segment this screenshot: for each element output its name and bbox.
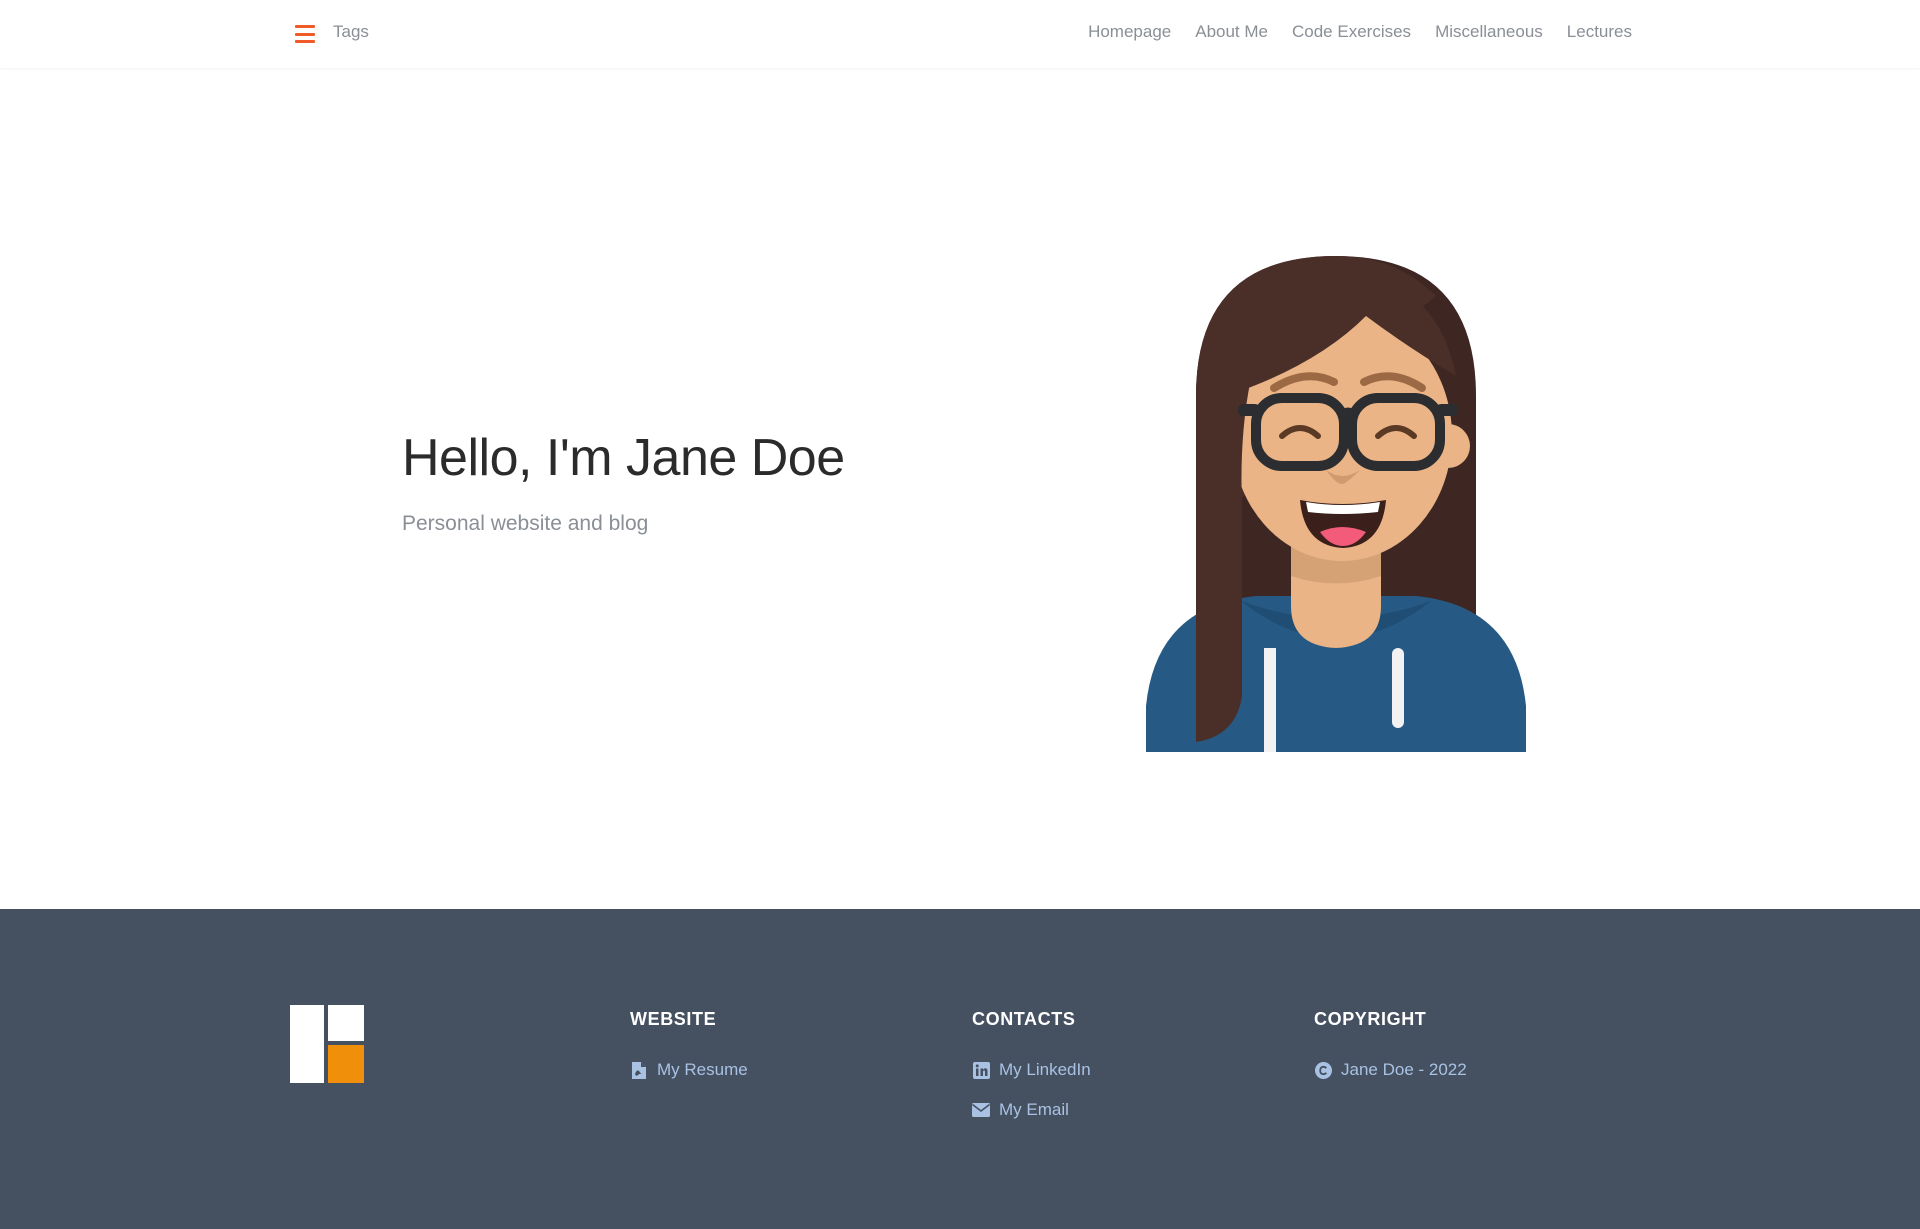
footer-website-column: WEBSITE My Resume	[630, 1009, 748, 1098]
my-email-label: My Email	[999, 1100, 1069, 1119]
footer-copyright-heading: COPYRIGHT	[1314, 1009, 1427, 1029]
my-resume-label: My Resume	[657, 1060, 748, 1079]
linkedin-icon	[972, 1061, 990, 1079]
my-email-link[interactable]: My Email	[972, 1098, 1091, 1122]
copyright-label: Jane Doe - 2022	[1341, 1060, 1467, 1079]
copyright-notice: Jane Doe - 2022	[1314, 1058, 1467, 1082]
hamburger-line	[295, 40, 315, 43]
my-linkedin-link[interactable]: My LinkedIn	[972, 1058, 1091, 1082]
site-logo[interactable]	[290, 1005, 364, 1083]
avatar-illustration	[1146, 256, 1526, 752]
hero-subtitle: Personal website and blog	[402, 512, 649, 535]
nav-link-about-me[interactable]: About Me	[1195, 22, 1268, 42]
main-nav-links: Homepage About Me Code Exercises Miscell…	[1088, 22, 1632, 42]
tags-link[interactable]: Tags	[333, 22, 369, 42]
envelope-icon	[972, 1101, 990, 1119]
footer: WEBSITE My Resume CONTACTS My LinkedIn M…	[0, 909, 1920, 1229]
footer-website-heading: WEBSITE	[630, 1009, 717, 1029]
nav-link-lectures[interactable]: Lectures	[1567, 22, 1632, 42]
hero-title: Hello, I'm Jane Doe	[402, 429, 845, 487]
hamburger-line	[295, 32, 315, 36]
hamburger-menu-icon[interactable]	[292, 22, 318, 46]
nav-link-code-exercises[interactable]: Code Exercises	[1292, 22, 1411, 42]
top-navigation-bar: Tags Homepage About Me Code Exercises Mi…	[0, 0, 1920, 68]
my-resume-link[interactable]: My Resume	[630, 1058, 748, 1082]
nav-link-homepage[interactable]: Homepage	[1088, 22, 1171, 42]
footer-contacts-column: CONTACTS My LinkedIn My Email	[972, 1009, 1091, 1138]
nav-link-miscellaneous[interactable]: Miscellaneous	[1435, 22, 1543, 42]
copyright-icon	[1314, 1061, 1332, 1079]
pdf-file-icon	[630, 1061, 648, 1079]
footer-copyright-column: COPYRIGHT Jane Doe - 2022	[1314, 1009, 1467, 1098]
my-linkedin-label: My LinkedIn	[999, 1060, 1091, 1079]
hamburger-line	[295, 25, 315, 28]
footer-contacts-heading: CONTACTS	[972, 1009, 1076, 1029]
